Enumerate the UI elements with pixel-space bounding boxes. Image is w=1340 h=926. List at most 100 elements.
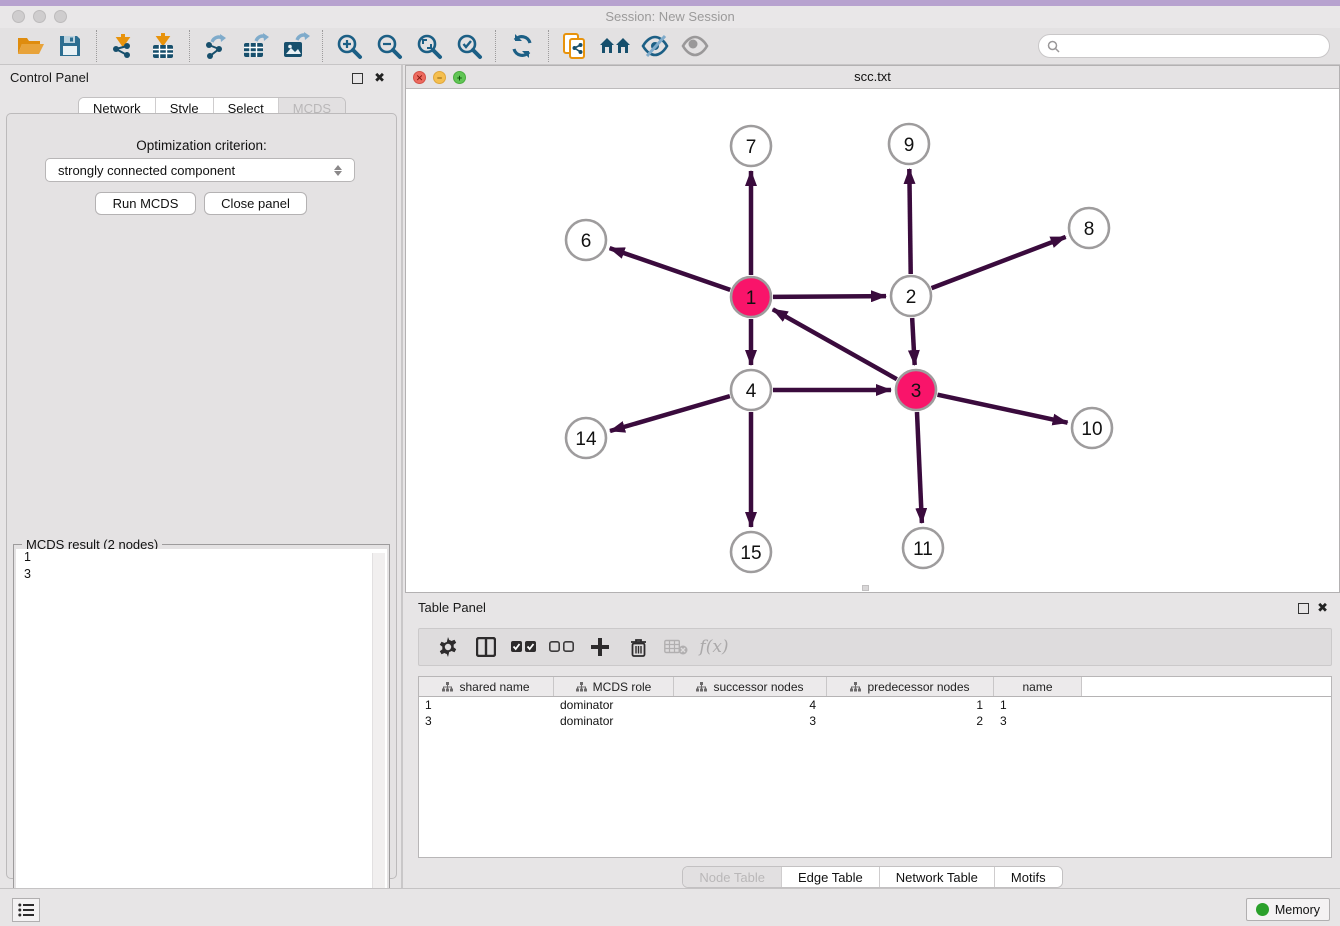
zoom-in-icon[interactable] <box>329 30 369 62</box>
float-panel-icon[interactable] <box>1298 603 1309 614</box>
save-session-icon[interactable] <box>50 30 90 62</box>
svg-text:6: 6 <box>581 231 592 252</box>
cell-mcds-role[interactable]: dominator <box>554 713 674 729</box>
node-table[interactable]: shared name MCDS role successor nodes pr… <box>418 676 1332 858</box>
task-history-button[interactable] <box>12 898 40 922</box>
memory-label: Memory <box>1275 903 1320 917</box>
cell-predecessor-nodes[interactable]: 1 <box>827 697 994 713</box>
show-column-panel-icon[interactable] <box>467 631 505 663</box>
mcds-result-list[interactable]: 1 3 <box>16 549 387 913</box>
float-panel-icon[interactable] <box>352 73 363 84</box>
table-panel-header: Table Panel ✖ <box>405 595 1340 621</box>
close-panel-icon[interactable]: ✖ <box>1317 601 1328 615</box>
table-toolbar: f(x) <box>418 628 1332 666</box>
tree-icon <box>576 682 587 692</box>
node-7[interactable]: 7 <box>731 126 771 166</box>
node-11[interactable]: 11 <box>903 528 943 568</box>
mcds-result-group: MCDS result (2 nodes) 1 3 <box>13 544 390 916</box>
duplicate-network-icon[interactable] <box>555 30 595 62</box>
refresh-view-icon[interactable] <box>502 30 542 62</box>
cell-successor-nodes[interactable]: 3 <box>674 713 827 729</box>
export-network-icon[interactable] <box>196 30 236 62</box>
search-box[interactable] <box>1038 34 1330 58</box>
column-header-predecessor-nodes[interactable]: predecessor nodes <box>827 677 994 696</box>
column-header-successor-nodes[interactable]: successor nodes <box>674 677 827 696</box>
memory-button[interactable]: Memory <box>1246 898 1330 921</box>
table-row[interactable]: 1 dominator 4 1 1 <box>419 697 1331 713</box>
close-panel-button[interactable]: Close panel <box>204 192 307 215</box>
node-8[interactable]: 8 <box>1069 208 1109 248</box>
search-input[interactable] <box>1060 39 1321 53</box>
node-9[interactable]: 9 <box>889 124 929 164</box>
cell-shared-name[interactable]: 3 <box>419 713 554 729</box>
optimization-criterion-select[interactable]: strongly connected component <box>45 158 355 182</box>
table-panel-tabs: Node Table Edge Table Network Table Moti… <box>405 866 1340 888</box>
svg-text:9: 9 <box>904 135 915 156</box>
select-stepper-icon <box>334 165 342 176</box>
edge-3-1[interactable] <box>773 309 897 379</box>
run-mcds-button[interactable]: Run MCDS <box>95 192 196 215</box>
select-all-columns-icon[interactable] <box>505 631 543 663</box>
window-title: Session: New Session <box>0 9 1340 24</box>
home-layout-icon[interactable] <box>595 30 635 62</box>
edge-3-10[interactable] <box>938 395 1068 423</box>
tab-motifs[interactable]: Motifs <box>995 867 1062 887</box>
node-15[interactable]: 15 <box>731 532 771 572</box>
zoom-selected-icon[interactable] <box>449 30 489 62</box>
edge-3-11[interactable] <box>917 412 922 523</box>
edge-2-9[interactable] <box>909 169 910 274</box>
toolbar-separator <box>96 30 97 62</box>
tab-node-table[interactable]: Node Table <box>683 867 782 887</box>
cell-name[interactable]: 3 <box>994 713 1082 729</box>
network-graph[interactable]: 7 9 6 8 1 2 4 3 14 10 15 11 <box>406 89 1339 592</box>
edge-1-6[interactable] <box>610 248 731 290</box>
result-item[interactable]: 3 <box>16 566 387 583</box>
table-settings-gear-icon[interactable] <box>429 631 467 663</box>
import-network-icon[interactable] <box>103 30 143 62</box>
node-6[interactable]: 6 <box>566 220 606 260</box>
node-14[interactable]: 14 <box>566 418 606 458</box>
column-header-name[interactable]: name <box>994 677 1082 696</box>
edge-1-2[interactable] <box>773 296 886 297</box>
network-window-titlebar[interactable]: ✕ − + scc.txt <box>406 66 1339 89</box>
cell-name[interactable]: 1 <box>994 697 1082 713</box>
export-image-icon[interactable] <box>276 30 316 62</box>
node-3[interactable]: 3 <box>896 370 936 410</box>
node-4[interactable]: 4 <box>731 370 771 410</box>
edge-2-8[interactable] <box>932 237 1066 288</box>
close-panel-icon[interactable]: ✖ <box>374 71 385 85</box>
zoom-fit-icon[interactable] <box>409 30 449 62</box>
node-1[interactable]: 1 <box>731 277 771 317</box>
node-10[interactable]: 10 <box>1072 408 1112 448</box>
deselect-all-columns-icon[interactable] <box>543 631 581 663</box>
svg-text:14: 14 <box>575 429 597 450</box>
hide-panels-icon[interactable] <box>635 30 675 62</box>
toggle-eye-icon[interactable] <box>675 30 715 62</box>
delete-column-icon[interactable] <box>619 631 657 663</box>
edge-2-3[interactable] <box>912 318 915 365</box>
column-label: shared name <box>459 680 529 694</box>
result-item[interactable]: 1 <box>16 549 387 566</box>
node-2[interactable]: 2 <box>891 276 931 316</box>
tab-edge-table[interactable]: Edge Table <box>782 867 880 887</box>
edge-4-14[interactable] <box>610 396 730 431</box>
column-label: MCDS role <box>593 680 652 694</box>
column-header-mcds-role[interactable]: MCDS role <box>554 677 674 696</box>
delete-table-icon-disabled <box>657 631 695 663</box>
tab-network-table[interactable]: Network Table <box>880 867 995 887</box>
cell-shared-name[interactable]: 1 <box>419 697 554 713</box>
result-scrollbar[interactable] <box>372 553 385 911</box>
cell-successor-nodes[interactable]: 4 <box>674 697 827 713</box>
table-row[interactable]: 3 dominator 3 2 3 <box>419 713 1331 729</box>
open-session-icon[interactable] <box>10 30 50 62</box>
import-table-icon[interactable] <box>143 30 183 62</box>
cell-mcds-role[interactable]: dominator <box>554 697 674 713</box>
tree-icon <box>442 682 453 692</box>
zoom-out-icon[interactable] <box>369 30 409 62</box>
column-header-shared-name[interactable]: shared name <box>419 677 554 696</box>
cell-predecessor-nodes[interactable]: 2 <box>827 713 994 729</box>
export-table-icon[interactable] <box>236 30 276 62</box>
network-canvas[interactable]: 7 9 6 8 1 2 4 3 14 10 15 11 <box>406 89 1339 592</box>
window-resize-grip[interactable] <box>862 585 869 591</box>
create-column-icon[interactable] <box>581 631 619 663</box>
